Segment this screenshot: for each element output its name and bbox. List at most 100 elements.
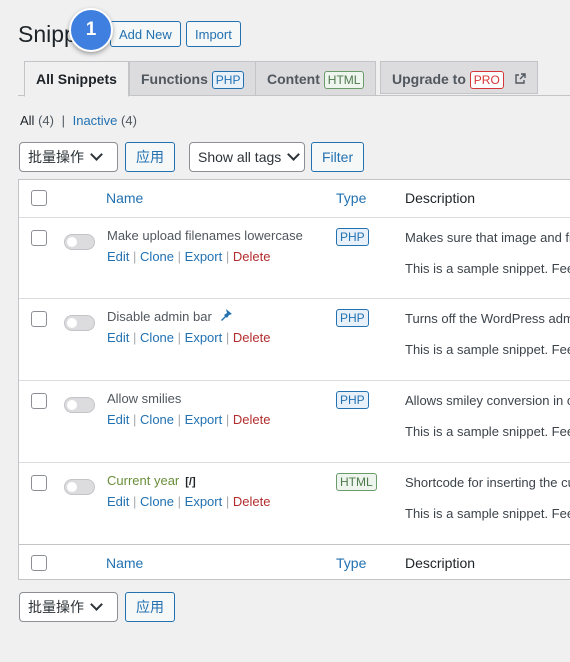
column-type[interactable]: Type <box>336 545 366 582</box>
select-all-checkbox[interactable] <box>31 190 47 206</box>
column-description: Description <box>405 555 476 571</box>
sep: | <box>177 412 182 427</box>
edit-link[interactable]: Edit <box>107 494 129 509</box>
snippets-table: Name Type Description Make upload filena… <box>18 179 570 580</box>
activate-toggle[interactable] <box>64 315 95 331</box>
table-row: Make upload filenames lowercase Edit | C… <box>19 217 570 300</box>
snippet-name-wrap: Disable admin bar <box>107 309 232 324</box>
sep: | <box>133 494 137 509</box>
page-title: Snipp <box>18 21 77 47</box>
type-badge[interactable]: PHP <box>336 391 369 409</box>
chevron-down-icon <box>90 148 103 161</box>
type-badge[interactable]: HTML <box>336 473 377 491</box>
apply-button-bottom[interactable]: 应用 <box>125 592 175 622</box>
row-checkbox[interactable] <box>31 475 47 491</box>
type-badge[interactable]: PHP <box>336 309 369 327</box>
edit-link[interactable]: Edit <box>107 249 129 264</box>
row-checkbox[interactable] <box>31 230 47 246</box>
activate-toggle[interactable] <box>64 234 95 250</box>
tab-label: Upgrade to <box>392 71 466 87</box>
filter-all[interactable]: All <box>20 113 34 128</box>
edit-link[interactable]: Edit <box>107 412 129 427</box>
row-actions: Edit | Clone | Export | Delete <box>107 249 270 264</box>
sep: | <box>133 330 137 345</box>
clone-link[interactable]: Clone <box>140 412 174 427</box>
row-actions: Edit | Clone | Export | Delete <box>107 330 270 345</box>
column-description: Description <box>405 190 476 206</box>
html-tag: HTML <box>323 71 365 89</box>
column-name[interactable]: Name <box>106 545 143 582</box>
snippet-name[interactable]: Make upload filenames lowercase <box>107 228 303 243</box>
chevron-down-icon <box>287 148 301 161</box>
export-link[interactable]: Export <box>185 412 223 427</box>
tab-content[interactable]: Content HTML <box>255 61 377 96</box>
activate-toggle[interactable] <box>64 397 95 413</box>
row-actions: Edit | Clone | Export | Delete <box>107 412 270 427</box>
pro-tag: PRO <box>469 71 504 89</box>
clone-link[interactable]: Clone <box>140 249 174 264</box>
activate-toggle[interactable] <box>64 479 95 495</box>
bulk-action-select-bottom[interactable]: 批量操作 <box>19 592 118 622</box>
sep: | <box>133 249 137 264</box>
bulk-action-select[interactable]: 批量操作 <box>19 142 118 172</box>
description-line: This is a sample snippet. Feel <box>405 261 570 276</box>
tab-label: All Snippets <box>36 71 117 87</box>
delete-link[interactable]: Delete <box>233 412 271 427</box>
bulk-action-label: 批量操作 <box>28 149 84 165</box>
row-checkbox[interactable] <box>31 311 47 327</box>
description-line: This is a sample snippet. Feel <box>405 424 570 439</box>
column-name[interactable]: Name <box>106 180 143 217</box>
pin-icon <box>218 309 232 324</box>
description-line: This is a sample snippet. Feel <box>405 506 570 521</box>
external-link-icon <box>514 63 526 84</box>
delete-link[interactable]: Delete <box>233 249 271 264</box>
column-type[interactable]: Type <box>336 180 366 217</box>
step-badge: 1 <box>69 8 113 52</box>
chevron-down-icon <box>90 598 103 611</box>
table-row: Disable admin bar Edit | Clone | Export … <box>19 298 570 381</box>
snippet-name[interactable]: Allow smilies <box>107 391 181 406</box>
row-actions: Edit | Clone | Export | Delete <box>107 494 270 509</box>
filter-inactive-count: (4) <box>121 113 137 128</box>
filter-button[interactable]: Filter <box>311 142 365 172</box>
table-footer: Name Type Description <box>19 544 570 582</box>
select-all-checkbox[interactable] <box>31 555 47 571</box>
tab-label: Content <box>267 71 320 87</box>
filter-all-count: (4) <box>38 113 54 128</box>
snippet-name[interactable]: Disable admin bar <box>107 309 212 324</box>
tab-upgrade[interactable]: Upgrade to PRO <box>380 61 538 94</box>
import-button[interactable]: Import <box>186 21 241 47</box>
clone-link[interactable]: Clone <box>140 330 174 345</box>
export-link[interactable]: Export <box>185 249 223 264</box>
sep: | <box>225 330 230 345</box>
table-row: Current year [/] Edit | Clone | Export | … <box>19 462 570 545</box>
edit-link[interactable]: Edit <box>107 330 129 345</box>
row-checkbox[interactable] <box>31 393 47 409</box>
filter-inactive[interactable]: Inactive <box>73 113 118 128</box>
export-link[interactable]: Export <box>185 330 223 345</box>
add-new-button[interactable]: Add New <box>110 21 181 47</box>
status-filters: All (4) | Inactive (4) <box>20 113 137 128</box>
php-tag: PHP <box>211 71 245 89</box>
delete-link[interactable]: Delete <box>233 330 271 345</box>
export-link[interactable]: Export <box>185 494 223 509</box>
sep: | <box>177 330 182 345</box>
tag-filter-select[interactable]: Show all tags <box>189 142 305 172</box>
sep: | <box>225 412 230 427</box>
tag-filter-label: Show all tags <box>198 149 282 165</box>
description-line: This is a sample snippet. Feel <box>405 342 570 357</box>
filter-separator: | <box>61 113 65 128</box>
table-header: Name Type Description <box>19 180 570 217</box>
snippet-name[interactable]: Current year <box>107 473 179 488</box>
tab-functions[interactable]: Functions PHP <box>129 61 257 96</box>
type-badge[interactable]: PHP <box>336 228 369 246</box>
clone-link[interactable]: Clone <box>140 494 174 509</box>
snippet-name-wrap: Current year [/] <box>107 473 196 488</box>
apply-button[interactable]: 应用 <box>125 142 175 172</box>
sep: | <box>225 249 230 264</box>
tab-label: Functions <box>141 71 208 87</box>
description-line: Shortcode for inserting the cu <box>405 475 570 490</box>
tab-all-snippets[interactable]: All Snippets <box>24 61 129 97</box>
delete-link[interactable]: Delete <box>233 494 271 509</box>
description-line: Turns off the WordPress adm <box>405 311 570 326</box>
